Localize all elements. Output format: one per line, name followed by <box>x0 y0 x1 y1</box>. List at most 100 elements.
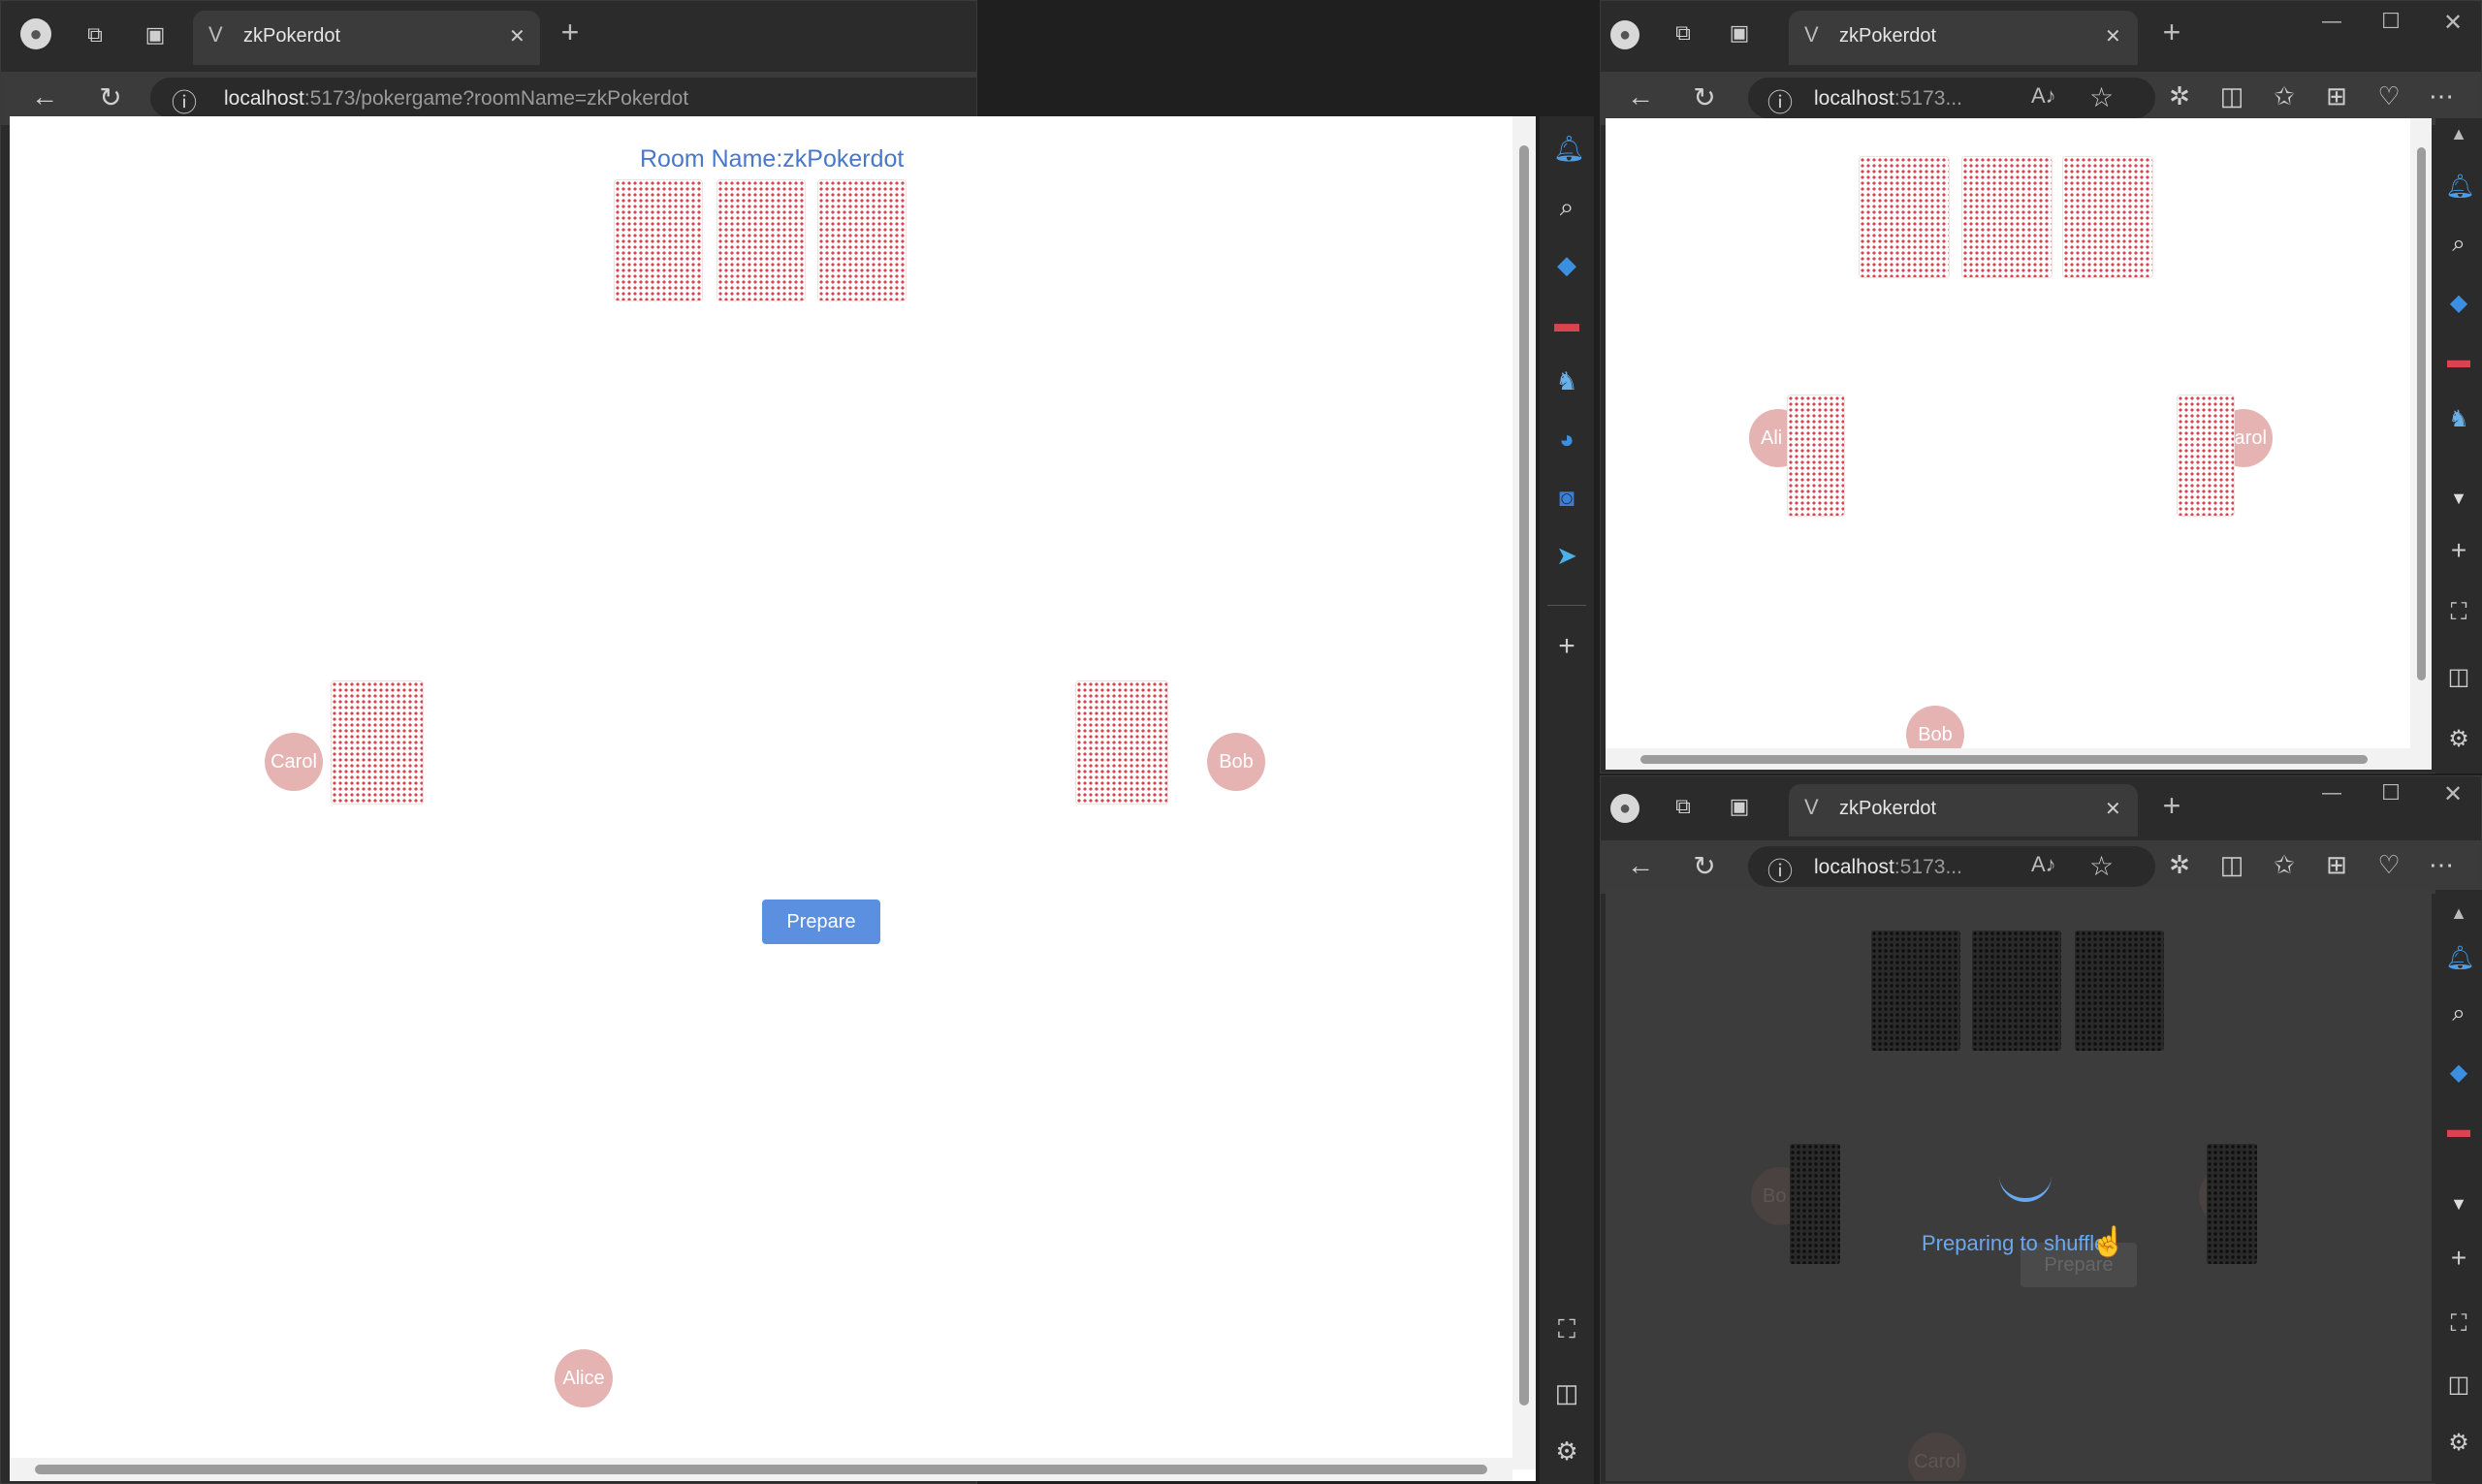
workspaces-icon[interactable]: ⧉ <box>1669 794 1698 819</box>
search-icon[interactable]: ⌕ <box>1553 192 1580 223</box>
info-icon[interactable]: ⓘ <box>1767 83 1793 118</box>
screenshot-icon[interactable]: ⛶ <box>2445 599 2472 626</box>
url-path: :5173/pokergame?roomName=zkPokerdot <box>303 87 689 110</box>
tag-icon[interactable]: ◆ <box>2445 1058 2472 1087</box>
vertical-scrollbar[interactable] <box>1512 116 1536 1469</box>
close-window-button[interactable]: ✕ <box>2436 9 2469 37</box>
horizontal-scroll-thumb[interactable] <box>1640 755 2368 764</box>
scroll-up-icon[interactable]: ▲ <box>2445 903 2472 924</box>
refresh-icon[interactable]: ↻ <box>94 81 127 113</box>
info-icon[interactable]: ⓘ <box>172 83 197 118</box>
extensions-icon[interactable]: ✲ <box>2163 81 2196 111</box>
bell-icon[interactable]: 🔔︎ <box>2445 173 2474 201</box>
toolbox-icon[interactable]: ▬ <box>1553 308 1580 338</box>
favorites-icon[interactable]: ✩ <box>2268 81 2301 111</box>
favorite-icon[interactable]: ☆ <box>2089 81 2114 113</box>
scroll-down-icon[interactable]: ▼ <box>2445 489 2472 509</box>
search-icon[interactable]: ⌕ <box>2445 231 2472 258</box>
new-tab-button[interactable]: + <box>2155 15 2188 49</box>
heart-icon[interactable]: ♡ <box>2372 850 2405 880</box>
chess-icon[interactable]: ♞ <box>1553 366 1580 396</box>
close-tab-icon[interactable]: ✕ <box>2105 24 2121 48</box>
add-icon[interactable]: + <box>2445 1243 2472 1274</box>
edge-sidebar-bottom-right: ▲ 🔔︎ ⌕ ◆ ▬ ▼ + ⛶ ◫ ⚙ <box>2435 890 2482 1484</box>
send-icon[interactable]: ➤ <box>1553 541 1580 571</box>
vertical-scroll-thumb[interactable] <box>2417 147 2426 680</box>
read-aloud-icon[interactable]: A♪ <box>2031 83 2056 109</box>
bell-icon[interactable]: 🔔︎ <box>2445 944 2474 972</box>
back-icon[interactable]: ← <box>28 81 61 112</box>
profile-icon[interactable]: ● <box>1610 20 1639 49</box>
screenshot-icon[interactable]: ⛶ <box>2445 1310 2472 1338</box>
sidebar-toggle-icon[interactable]: ◫ <box>1553 1378 1580 1408</box>
sidebar-toggle-icon[interactable]: ◫ <box>2445 663 2472 691</box>
edge-drop-icon[interactable]: ◕ <box>1553 425 1580 455</box>
workspaces-icon[interactable]: ⧉ <box>1669 20 1698 46</box>
extensions-icon[interactable]: ✲ <box>2163 850 2196 880</box>
community-card-1 <box>1860 157 1949 277</box>
settings-icon[interactable]: ⚙ <box>2445 725 2472 753</box>
address-bar-br[interactable]: ⓘ localhost:5173... A♪ ☆ <box>1748 846 2155 887</box>
split-screen-icon[interactable]: ◫ <box>2215 850 2248 880</box>
community-card-1 <box>615 180 702 300</box>
tab-zkpokerdot-tr[interactable]: V zkPokerdot ✕ <box>1789 11 2138 65</box>
favorite-icon[interactable]: ☆ <box>2089 850 2114 882</box>
settings-icon[interactable]: ⚙ <box>1553 1437 1580 1467</box>
favorites-icon[interactable]: ✩ <box>2268 850 2301 880</box>
add-icon[interactable]: + <box>1553 630 1580 663</box>
new-tab-button[interactable]: + <box>554 15 587 49</box>
more-icon[interactable]: ⋯ <box>2425 850 2458 880</box>
info-icon[interactable]: ⓘ <box>1767 852 1793 887</box>
close-tab-icon[interactable]: ✕ <box>2105 797 2121 821</box>
split-screen-icon[interactable]: ◫ <box>2215 81 2248 111</box>
vertical-scroll-thumb[interactable] <box>1519 145 1529 1405</box>
tab-title: zkPokerdot <box>243 25 341 47</box>
tab-actions-icon[interactable]: ▣ <box>1725 794 1754 819</box>
collections-icon[interactable]: ⊞ <box>2320 81 2353 111</box>
bell-icon[interactable]: 🔔︎ <box>1553 134 1585 164</box>
scroll-up-icon[interactable]: ▲ <box>2445 124 2472 144</box>
horizontal-scrollbar[interactable] <box>1606 748 2432 770</box>
profile-icon[interactable]: ● <box>1610 794 1639 823</box>
horizontal-scrollbar[interactable] <box>10 1458 1512 1481</box>
minimize-button[interactable]: — <box>2312 782 2351 805</box>
tab-actions-icon[interactable]: ▣ <box>141 20 170 49</box>
settings-icon[interactable]: ⚙ <box>2445 1429 2472 1457</box>
scroll-down-icon[interactable]: ▼ <box>2445 1194 2472 1215</box>
tag-icon[interactable]: ◆ <box>2445 289 2472 317</box>
maximize-button[interactable]: ☐ <box>2376 780 2405 805</box>
new-tab-button[interactable]: + <box>2155 788 2188 823</box>
back-icon[interactable]: ← <box>1624 850 1657 881</box>
address-bar[interactable]: ⓘ localhost:5173/pokergame?roomName=zkPo… <box>150 78 976 118</box>
close-window-button[interactable]: ✕ <box>2436 780 2469 808</box>
workspaces-icon[interactable]: ⧉ <box>80 20 110 49</box>
chess-icon[interactable]: ♞ <box>2445 405 2472 433</box>
add-icon[interactable]: + <box>2445 535 2472 566</box>
vertical-scrollbar[interactable] <box>2410 118 2432 748</box>
screenshot-icon[interactable]: ⛶ <box>1553 1314 1580 1345</box>
refresh-icon[interactable]: ↻ <box>1688 850 1721 882</box>
community-card-3 <box>2063 157 2152 277</box>
tab-zkpokerdot[interactable]: V zkPokerdot ✕ <box>193 11 540 65</box>
collections-icon[interactable]: ⊞ <box>2320 850 2353 880</box>
close-tab-icon[interactable]: ✕ <box>509 24 525 48</box>
toolbox-icon[interactable]: ▬ <box>2445 1117 2472 1144</box>
more-icon[interactable]: ⋯ <box>2425 81 2458 111</box>
profile-icon[interactable]: ● <box>20 18 51 49</box>
sidebar-toggle-icon[interactable]: ◫ <box>2445 1371 2472 1399</box>
back-icon[interactable]: ← <box>1624 81 1657 112</box>
refresh-icon[interactable]: ↻ <box>1688 81 1721 113</box>
minimize-button[interactable]: — <box>2312 11 2351 33</box>
tab-actions-icon[interactable]: ▣ <box>1725 20 1754 46</box>
heart-icon[interactable]: ♡ <box>2372 81 2405 111</box>
maximize-button[interactable]: ☐ <box>2376 9 2405 34</box>
toolbox-icon[interactable]: ▬ <box>2445 347 2472 374</box>
read-aloud-icon[interactable]: A♪ <box>2031 852 2056 877</box>
tab-zkpokerdot-br[interactable]: V zkPokerdot ✕ <box>1789 784 2138 837</box>
outlook-icon[interactable]: ◙ <box>1553 483 1580 513</box>
tag-icon[interactable]: ◆ <box>1553 250 1580 280</box>
address-bar-tr[interactable]: ⓘ localhost:5173... A♪ ☆ <box>1748 78 2155 118</box>
search-icon[interactable]: ⌕ <box>2445 1000 2472 1027</box>
prepare-button[interactable]: Prepare <box>762 900 880 944</box>
horizontal-scroll-thumb[interactable] <box>35 1465 1487 1474</box>
